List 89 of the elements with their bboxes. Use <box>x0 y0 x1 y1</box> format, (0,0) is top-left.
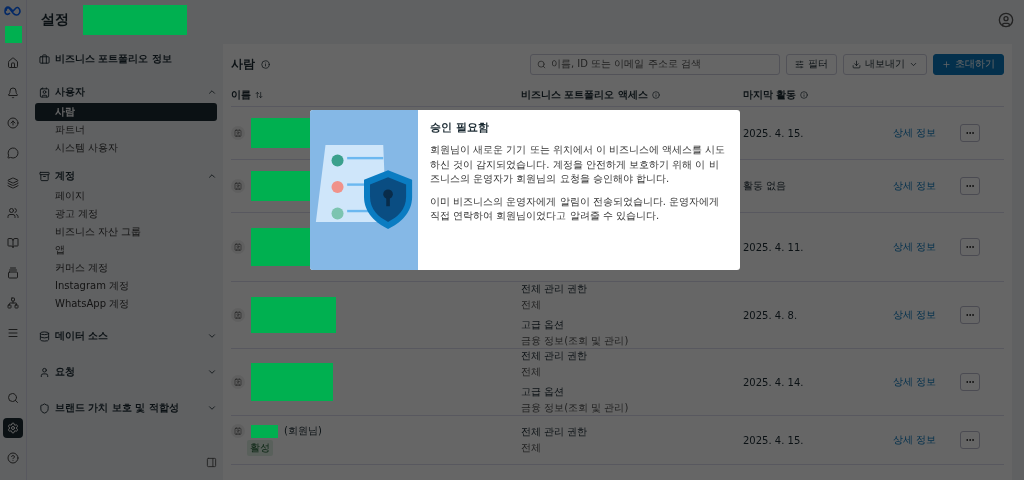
dialog-title: 승인 필요함 <box>430 120 490 135</box>
more-button[interactable] <box>960 238 980 256</box>
contact-card-icon <box>39 86 50 98</box>
search-icon <box>537 59 546 69</box>
sidebar-item[interactable]: 앱 <box>35 241 217 259</box>
section-title: 사람 <box>231 55 255 73</box>
access-title: 고급 옵션 <box>521 318 566 332</box>
sidebar-item[interactable]: 파트너 <box>35 121 217 139</box>
user-avatar-icon <box>231 240 245 254</box>
info-icon <box>651 91 660 99</box>
last-activity: 2025. 4. 15. <box>743 127 805 139</box>
details-link[interactable]: 상세 정보 <box>893 308 937 322</box>
details-link[interactable]: 상세 정보 <box>893 433 937 447</box>
sidebar-item[interactable]: 페이지 <box>35 187 217 205</box>
chevron-up-icon[interactable] <box>207 171 217 181</box>
invite-button[interactable]: 초대하기 <box>933 53 1004 75</box>
sidebar-section[interactable]: 요청 <box>55 365 202 379</box>
last-activity: 2025. 4. 11. <box>743 241 805 253</box>
user-name: (회원님) <box>284 424 322 438</box>
column-header: 비즈니스 포트폴리오 액세스 <box>521 88 648 102</box>
column-header: 마지막 활동 <box>743 88 797 102</box>
access-detail: 전체 <box>521 365 542 379</box>
sidebar-item[interactable]: 시스템 사용자 <box>35 139 217 157</box>
sort-icon[interactable] <box>255 91 263 99</box>
access-title: 전체 관리 권한 <box>521 425 589 439</box>
sidebar-item[interactable]: 커머스 계정 <box>35 259 217 277</box>
page-title: 설정 <box>41 11 69 29</box>
last-activity: 2025. 4. 15. <box>743 434 805 446</box>
sidebar-item[interactable]: 광고 계정 <box>35 205 217 223</box>
info-icon <box>261 59 270 69</box>
sliders-icon <box>795 59 804 69</box>
more-button[interactable] <box>960 431 980 449</box>
user-avatar-icon <box>231 126 245 140</box>
sidebar-section[interactable]: 계정 <box>55 169 202 183</box>
status-badge: 활성 <box>247 440 273 456</box>
sidebar-section[interactable]: 브랜드 가치 보호 및 적합성 <box>55 401 202 415</box>
access-detail: 전체 <box>521 298 542 312</box>
chevron-down-icon[interactable] <box>207 367 217 377</box>
dialog-text: 회원님이 새로운 기기 또는 위치에서 이 비즈니스에 액세스를 시도하신 것이 감지되었습니다. 계정을 안전하게 보호하기 위해 이 비즈니스의 운영자가 회원님의 요청을 승인해야 합니다. <box>430 143 727 186</box>
shield-icon <box>39 402 50 414</box>
details-link[interactable]: 상세 정보 <box>893 240 937 254</box>
more-button[interactable] <box>960 306 980 324</box>
filter-button[interactable]: 필터 <box>786 53 837 75</box>
more-button[interactable] <box>960 373 980 391</box>
sidebar-item[interactable]: 사람 <box>35 103 217 121</box>
access-detail: 전체 <box>521 441 542 455</box>
user-avatar-icon <box>231 375 245 389</box>
chevron-down-icon[interactable] <box>207 331 217 341</box>
sidebar-item[interactable]: WhatsApp 계정 <box>35 295 217 313</box>
chevron-up-icon[interactable] <box>207 87 217 97</box>
user-avatar-icon <box>231 308 245 322</box>
person-icon <box>39 366 50 378</box>
sidebar-section[interactable]: 데이터 소스 <box>55 329 202 343</box>
chevron-down-icon[interactable] <box>207 403 217 413</box>
details-link[interactable]: 상세 정보 <box>893 375 937 389</box>
collapse-icon[interactable] <box>206 457 217 468</box>
info-icon <box>800 91 809 99</box>
export-button[interactable]: 내보내기 <box>843 53 927 75</box>
more-button[interactable] <box>960 177 980 195</box>
logo-icon <box>4 6 22 16</box>
details-link[interactable]: 상세 정보 <box>893 179 937 193</box>
access-title: 고급 옵션 <box>521 385 566 399</box>
settings-icon[interactable] <box>3 418 23 438</box>
sidebar-item[interactable]: 비즈니스 자산 그룹 <box>35 223 217 241</box>
user-avatar-icon <box>231 179 245 193</box>
access-title: 전체 관리 권한 <box>521 349 589 363</box>
access-detail: 금융 정보(조회 및 관리) <box>521 334 630 348</box>
plus-icon <box>942 59 951 69</box>
download-icon <box>852 59 861 69</box>
access-detail: 금융 정보(조회 및 관리) <box>521 401 630 415</box>
profile-icon[interactable] <box>998 12 1014 28</box>
last-activity: 2025. 4. 14. <box>743 376 805 388</box>
briefcase-icon <box>39 53 50 65</box>
sidebar-item[interactable]: Instagram 계정 <box>35 277 217 295</box>
redaction-block <box>4 26 22 43</box>
access-title: 전체 관리 권한 <box>521 282 589 296</box>
sidebar-item[interactable]: 비즈니스 포트폴리오 정보 <box>55 52 172 66</box>
redaction-block <box>251 424 278 438</box>
search-field[interactable]: 이름, ID 또는 이메일 주소로 검색 <box>530 53 780 75</box>
last-activity: 활동 없음 <box>743 179 788 193</box>
column-header: 이름 <box>231 88 251 102</box>
dialog-text: 이미 비즈니스의 운영자에게 알림이 전송되었습니다. 운영자에게 직접 연락하여 회원님이었다고 알려줄 수 있습니다. <box>430 194 721 223</box>
last-activity: 2025. 4. 8. <box>743 309 799 321</box>
sidebar-section[interactable]: 사용자 <box>55 85 202 99</box>
more-button[interactable] <box>960 124 980 142</box>
database-icon <box>39 330 50 342</box>
details-link[interactable]: 상세 정보 <box>893 126 937 140</box>
user-avatar-icon <box>231 424 245 438</box>
archive-icon <box>39 170 50 182</box>
